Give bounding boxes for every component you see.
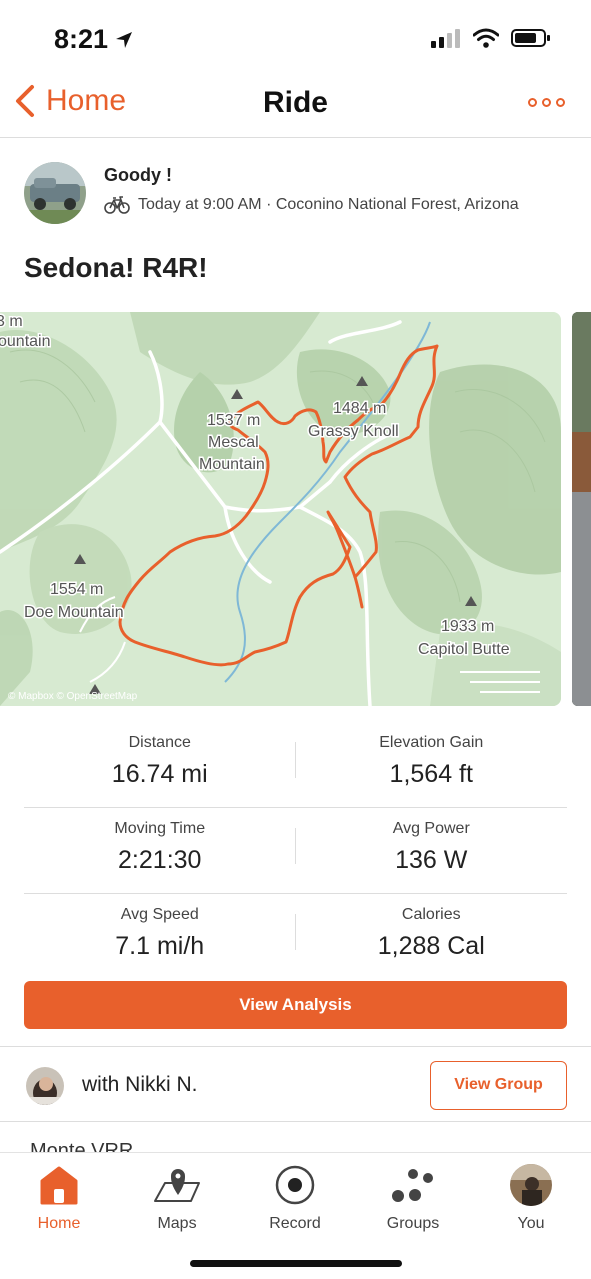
- stats-grid: Distance 16.74 mi Elevation Gain 1,564 f…: [24, 722, 567, 980]
- stat-value: 1,564 ft: [389, 760, 473, 788]
- tab-bar: Home Maps Record Groups You: [0, 1152, 591, 1279]
- stats-row: Moving Time 2:21:30 Avg Power 136 W: [24, 808, 567, 894]
- nav-bar: Home Ride: [0, 72, 591, 138]
- map-label: Capitol Butte: [418, 641, 510, 658]
- map-label: Mountain: [199, 456, 265, 473]
- stat-label: Distance: [128, 734, 191, 751]
- map-label: ountain: [0, 333, 51, 350]
- avatar-photo: [26, 1067, 64, 1105]
- stat-distance: Distance 16.74 mi: [24, 722, 296, 807]
- map-label: Mescal: [208, 434, 259, 451]
- tab-label: Home: [37, 1215, 81, 1232]
- more-dot-icon: [542, 98, 551, 107]
- athlete-info: Goody ! Today at 9:00 AM · Coconino Nati…: [104, 162, 519, 224]
- status-icons: [431, 28, 551, 48]
- chevron-left-icon: [16, 85, 34, 117]
- avatar-photo: [24, 162, 86, 224]
- tab-you[interactable]: You: [472, 1161, 590, 1233]
- stat-avg-speed: Avg Speed 7.1 mi/h: [24, 894, 296, 980]
- avatar: [510, 1164, 552, 1206]
- activity-meta-text: Today at 9:00 AM · Coconino National For…: [138, 196, 519, 213]
- tab-record[interactable]: Record: [236, 1161, 354, 1233]
- stat-value: 1,288 Cal: [377, 932, 485, 960]
- groups-icon: [392, 1169, 433, 1202]
- map-icon: [154, 1169, 200, 1202]
- home-indicator: [190, 1260, 402, 1267]
- tab-label: Record: [269, 1215, 321, 1232]
- stat-avg-power: Avg Power 136 W: [296, 808, 568, 893]
- divider: [295, 914, 296, 950]
- more-options-button[interactable]: [528, 98, 565, 107]
- stat-label: Elevation Gain: [379, 734, 484, 751]
- stat-label: Calories: [401, 906, 461, 923]
- stat-label: Avg Speed: [120, 906, 199, 923]
- activity-title: Sedona! R4R!: [24, 252, 208, 283]
- tab-label: Groups: [386, 1215, 440, 1232]
- next-photo-preview[interactable]: [572, 312, 591, 706]
- tab-home[interactable]: Home: [0, 1161, 118, 1233]
- view-group-button[interactable]: View Group: [430, 1061, 567, 1110]
- stat-label: Moving Time: [114, 820, 206, 837]
- bike-icon: [104, 196, 130, 214]
- stat-value: 2:21:30: [118, 846, 202, 874]
- stat-value: 7.1 mi/h: [115, 932, 205, 960]
- view-analysis-button[interactable]: View Analysis: [24, 981, 567, 1029]
- athlete-avatar[interactable]: [24, 162, 86, 224]
- map-label: 1933 m: [441, 618, 494, 635]
- wifi-icon: [473, 28, 499, 48]
- stat-calories: Calories 1,288 Cal: [296, 894, 568, 980]
- athlete-header: Goody ! Today at 9:00 AM · Coconino Nati…: [24, 162, 519, 224]
- map-label: 1484 m: [333, 400, 386, 417]
- stat-value: 16.74 mi: [111, 760, 208, 788]
- route-map[interactable]: 3 m ountain 1537 m Mescal Mountain 1484 …: [0, 312, 561, 706]
- status-bar: 8:21: [0, 0, 591, 80]
- stat-moving-time: Moving Time 2:21:30: [24, 808, 296, 893]
- cellular-signal-icon: [431, 29, 460, 48]
- group-activity-row: with Nikki N. View Group: [0, 1046, 591, 1122]
- activity-meta: Today at 9:00 AM · Coconino National For…: [104, 196, 519, 214]
- divider: [295, 828, 296, 864]
- battery-icon: [511, 29, 550, 47]
- back-button[interactable]: Home: [14, 84, 126, 118]
- location-arrow-icon: [116, 31, 133, 48]
- map-label: 1554 m: [50, 581, 103, 598]
- map-label: Doe Mountain: [24, 604, 124, 621]
- map-label: Grassy Knoll: [308, 423, 399, 440]
- stats-row: Distance 16.74 mi Elevation Gain 1,564 f…: [24, 722, 567, 808]
- home-icon: [40, 1166, 78, 1205]
- map-label: 3 m: [0, 313, 23, 330]
- partner-avatar[interactable]: [26, 1067, 64, 1105]
- stat-label: Avg Power: [392, 820, 470, 837]
- stat-elevation-gain: Elevation Gain 1,564 ft: [296, 722, 568, 807]
- photo-preview: [572, 312, 591, 706]
- tab-maps[interactable]: Maps: [118, 1161, 236, 1233]
- divider: [295, 742, 296, 778]
- map-attribution: © Mapbox © OpenStreetMap: [8, 691, 138, 702]
- more-dot-icon: [528, 98, 537, 107]
- stats-row: Avg Speed 7.1 mi/h Calories 1,288 Cal: [24, 894, 567, 980]
- back-label: Home: [46, 84, 127, 117]
- map-label: 1537 m: [207, 412, 260, 429]
- tab-groups[interactable]: Groups: [354, 1161, 472, 1233]
- athlete-name[interactable]: Goody !: [104, 165, 519, 186]
- status-time: 8:21: [54, 24, 134, 55]
- record-icon: [275, 1165, 315, 1205]
- with-athlete-text[interactable]: with Nikki N.: [82, 1073, 198, 1097]
- tab-label: Maps: [157, 1215, 197, 1232]
- stat-value: 136 W: [395, 846, 468, 874]
- map-canvas: 3 m ountain 1537 m Mescal Mountain 1484 …: [0, 312, 561, 706]
- time-text: 8:21: [54, 24, 109, 54]
- more-dot-icon: [556, 98, 565, 107]
- tab-label: You: [517, 1215, 545, 1232]
